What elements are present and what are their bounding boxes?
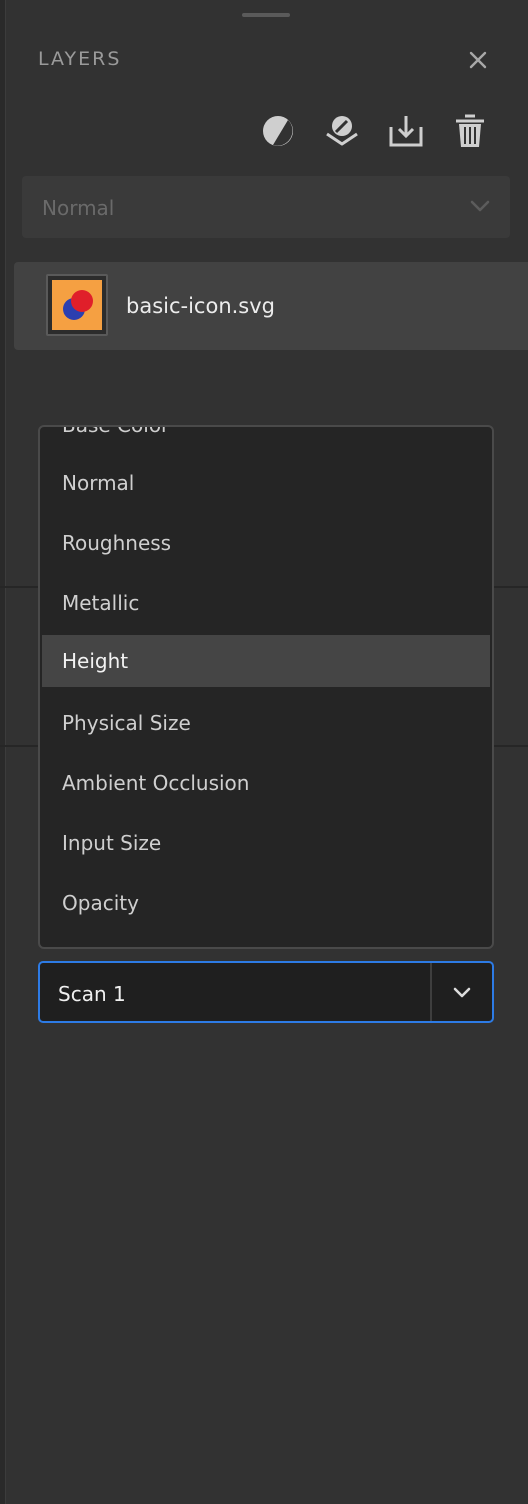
drag-handle[interactable] xyxy=(242,13,290,17)
layer-name: basic-icon.svg xyxy=(126,294,276,318)
blend-mode-select[interactable]: Normal xyxy=(22,176,510,238)
menu-item-opacity[interactable]: Opacity xyxy=(42,877,490,929)
layer-paint-icon xyxy=(326,116,358,146)
blend-mode-value: Normal xyxy=(42,196,115,220)
download-tray-icon xyxy=(389,116,423,147)
close-icon xyxy=(469,51,487,69)
half-circle-mask-icon xyxy=(263,116,293,146)
layer-thumbnail xyxy=(46,274,108,336)
layer-row[interactable]: basic-icon.svg xyxy=(14,262,528,350)
menu-item-physical-size[interactable]: Physical Size xyxy=(42,697,490,749)
menu-item-height[interactable]: Height xyxy=(42,635,490,687)
panel-title: LAYERS xyxy=(38,48,122,70)
channel-dropdown-menu: Base Color Normal Roughness Metallic Hei… xyxy=(38,425,494,949)
menu-item-normal[interactable]: Normal xyxy=(42,457,490,509)
source-combobox-value: Scan 1 xyxy=(58,982,126,1006)
menu-item-input-size[interactable]: Input Size xyxy=(42,817,490,869)
chevron-down-icon xyxy=(470,200,490,212)
trash-icon xyxy=(456,114,484,147)
menu-item-roughness[interactable]: Roughness xyxy=(42,517,490,569)
menu-item-metallic[interactable]: Metallic xyxy=(42,577,490,629)
panel-edge-line xyxy=(5,0,6,1504)
close-button[interactable] xyxy=(462,44,494,76)
menu-item-partial[interactable]: Base Color xyxy=(42,427,490,451)
chevron-down-icon xyxy=(453,987,471,998)
overlapping-circles-icon xyxy=(63,290,93,320)
menu-item-ambient-occlusion[interactable]: Ambient Occlusion xyxy=(42,757,490,809)
fill-layer-button[interactable] xyxy=(322,110,362,152)
mask-button[interactable] xyxy=(258,110,298,152)
source-combobox[interactable]: Scan 1 xyxy=(38,961,494,1023)
combobox-toggle-button[interactable] xyxy=(432,963,492,1021)
layer-toolbar xyxy=(0,110,528,154)
delete-button[interactable] xyxy=(450,110,490,152)
import-button[interactable] xyxy=(386,110,426,152)
